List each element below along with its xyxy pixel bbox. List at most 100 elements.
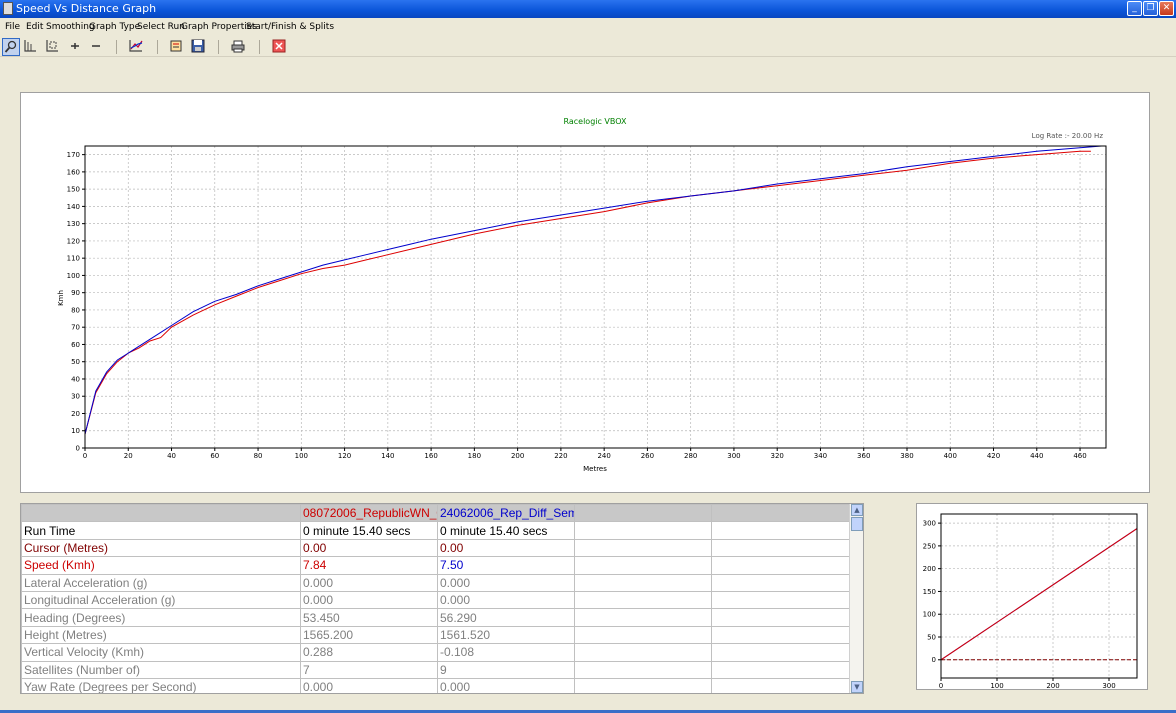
- table-row[interactable]: Satellites (Number of) 7 9: [21, 660, 852, 679]
- table-row[interactable]: Vertical Velocity (Kmh) 0.288 -0.108: [21, 643, 852, 662]
- y-tick-label: 140: [67, 203, 80, 211]
- x-tick-label: 280: [684, 452, 697, 460]
- table-row[interactable]: Lateral Acceleration (g) 0.000 0.000: [21, 573, 852, 592]
- graph-select-icon[interactable]: [44, 38, 62, 56]
- close-icon[interactable]: [271, 38, 289, 56]
- y-axis-label: Kmh: [57, 290, 65, 306]
- y-tick-label: 0: [76, 444, 80, 452]
- y-tick-label: 50: [927, 633, 936, 641]
- row-label: Cursor (Metres): [21, 538, 301, 558]
- print-icon[interactable]: [230, 38, 248, 56]
- table-scrollbar[interactable]: ▲ ▼: [849, 504, 863, 693]
- minimize-button[interactable]: _: [1127, 1, 1142, 16]
- x-tick-label: 260: [641, 452, 654, 460]
- run2-value: 0.000: [437, 573, 575, 592]
- x-tick-label: 220: [554, 452, 567, 460]
- close-button[interactable]: ✕: [1159, 1, 1174, 16]
- y-tick-label: 30: [71, 393, 80, 401]
- menu-bar: File Edit Smoothing Graph Type Select Ru…: [0, 19, 1176, 36]
- graph-options-icon[interactable]: [128, 38, 146, 56]
- table-header-cell: [21, 504, 301, 523]
- table-row[interactable]: Speed (Kmh) 7.84 7.50: [21, 556, 852, 575]
- run2-column-header[interactable]: 24062006_Rep_Diff_Semi: [437, 504, 575, 523]
- table-row[interactable]: Run Time 0 minute 15.40 secs 0 minute 15…: [21, 521, 852, 540]
- run2-value: 9: [437, 660, 575, 679]
- toolbar-separator: [259, 40, 260, 54]
- row-label: Run Time: [21, 521, 301, 540]
- y-tick-label: 120: [67, 237, 80, 245]
- y-tick-label: 100: [67, 272, 80, 280]
- scroll-thumb[interactable]: [851, 517, 863, 531]
- table-header-cell: [711, 504, 852, 523]
- x-tick-label: 440: [1030, 452, 1043, 460]
- x-tick-label: 200: [1046, 682, 1059, 689]
- speed-distance-chart[interactable]: Racelogic VBOX Log Rate :- 20.00 Hz Kmh …: [21, 93, 1149, 492]
- run1-value: 0.000: [300, 590, 438, 610]
- y-tick-label: 90: [71, 289, 80, 297]
- x-tick-label: 380: [900, 452, 913, 460]
- zoom-icon[interactable]: [2, 38, 20, 56]
- toolbar: [0, 37, 1176, 57]
- y-tick-label: 100: [923, 611, 936, 619]
- x-tick-label: 460: [1073, 452, 1086, 460]
- menu-graph-type[interactable]: Graph Type: [89, 22, 140, 32]
- x-tick-label: 200: [511, 452, 524, 460]
- table-row[interactable]: Height (Metres) 1565.200 1561.520: [21, 625, 852, 645]
- zoom-in-icon[interactable]: [67, 38, 85, 56]
- mini-chart[interactable]: 0 100 200 300 0 50 100 150 200 250 300: [917, 504, 1147, 689]
- y-tick-label: 130: [67, 220, 80, 228]
- open-file-icon[interactable]: [168, 38, 186, 56]
- x-tick-label: 20: [124, 452, 133, 460]
- row-label: Heading (Degrees): [21, 608, 301, 627]
- x-tick-label: 100: [295, 452, 308, 460]
- menu-start-finish-splits[interactable]: Start/Finish & Splits: [246, 22, 334, 32]
- run1-value: 0.000: [300, 573, 438, 592]
- y-tick-label: 40: [71, 375, 80, 383]
- menu-select-run[interactable]: Select Run: [137, 22, 185, 32]
- zoom-out-icon[interactable]: [88, 38, 106, 56]
- restore-button[interactable]: ❐: [1143, 1, 1158, 16]
- y-tick-label: 300: [923, 520, 936, 528]
- x-tick-label: 320: [771, 452, 784, 460]
- x-tick-label: 80: [254, 452, 263, 460]
- speed-distance-graph-panel[interactable]: Racelogic VBOX Log Rate :- 20.00 Hz Kmh …: [20, 92, 1150, 493]
- run1-value: 53.450: [300, 608, 438, 627]
- table-header-cell: [574, 504, 712, 523]
- scroll-down-arrow-icon[interactable]: ▼: [851, 681, 863, 693]
- mini-graph-panel[interactable]: 0 100 200 300 0 50 100 150 200 250 300: [916, 503, 1148, 690]
- run1-value: 7: [300, 660, 438, 679]
- run1-value: 0 minute 15.40 secs: [300, 521, 438, 540]
- toolbar-separator: [157, 40, 158, 54]
- x-axis-label: Metres: [583, 465, 607, 473]
- menu-edit[interactable]: Edit: [26, 22, 43, 32]
- run-data-table: 08072006_RepublicWN_0 24062006_Rep_Diff_…: [21, 504, 852, 693]
- table-row[interactable]: Heading (Degrees) 53.450 56.290: [21, 608, 852, 627]
- y-tick-label: 200: [923, 565, 936, 573]
- row-label: Longitudinal Acceleration (g): [21, 590, 301, 610]
- series-line-1: [84, 150, 1091, 435]
- menu-file[interactable]: File: [5, 22, 20, 32]
- table-row[interactable]: Yaw Rate (Degrees per Second) 0.000 0.00…: [21, 677, 852, 693]
- x-tick-label: 0: [83, 452, 87, 460]
- run1-value: 0.000: [300, 677, 438, 693]
- run1-column-header[interactable]: 08072006_RepublicWN_0: [300, 504, 438, 523]
- row-label: Vertical Velocity (Kmh): [21, 643, 301, 662]
- save-icon[interactable]: [190, 38, 208, 56]
- table-row[interactable]: Cursor (Metres) 0.00 0.00: [21, 538, 852, 558]
- menu-smoothing[interactable]: Smoothing: [46, 22, 95, 32]
- run2-value: 7.50: [437, 556, 575, 575]
- x-tick-label: 300: [727, 452, 740, 460]
- axes-icon[interactable]: [22, 38, 40, 56]
- x-tick-label: 300: [1102, 682, 1115, 689]
- table-row[interactable]: Longitudinal Acceleration (g) 0.000 0.00…: [21, 590, 852, 610]
- run1-value: 1565.200: [300, 625, 438, 645]
- scroll-up-arrow-icon[interactable]: ▲: [851, 504, 863, 516]
- y-tick-label: 250: [923, 542, 936, 550]
- x-tick-label: 160: [424, 452, 437, 460]
- x-tick-label: 360: [857, 452, 870, 460]
- run-data-table-panel[interactable]: 08072006_RepublicWN_0 24062006_Rep_Diff_…: [20, 503, 864, 694]
- x-tick-label: 340: [814, 452, 827, 460]
- title-bar: Speed Vs Distance Graph _ ❐ ✕: [0, 0, 1176, 18]
- app-icon: [3, 2, 13, 15]
- y-tick-label: 160: [67, 168, 80, 176]
